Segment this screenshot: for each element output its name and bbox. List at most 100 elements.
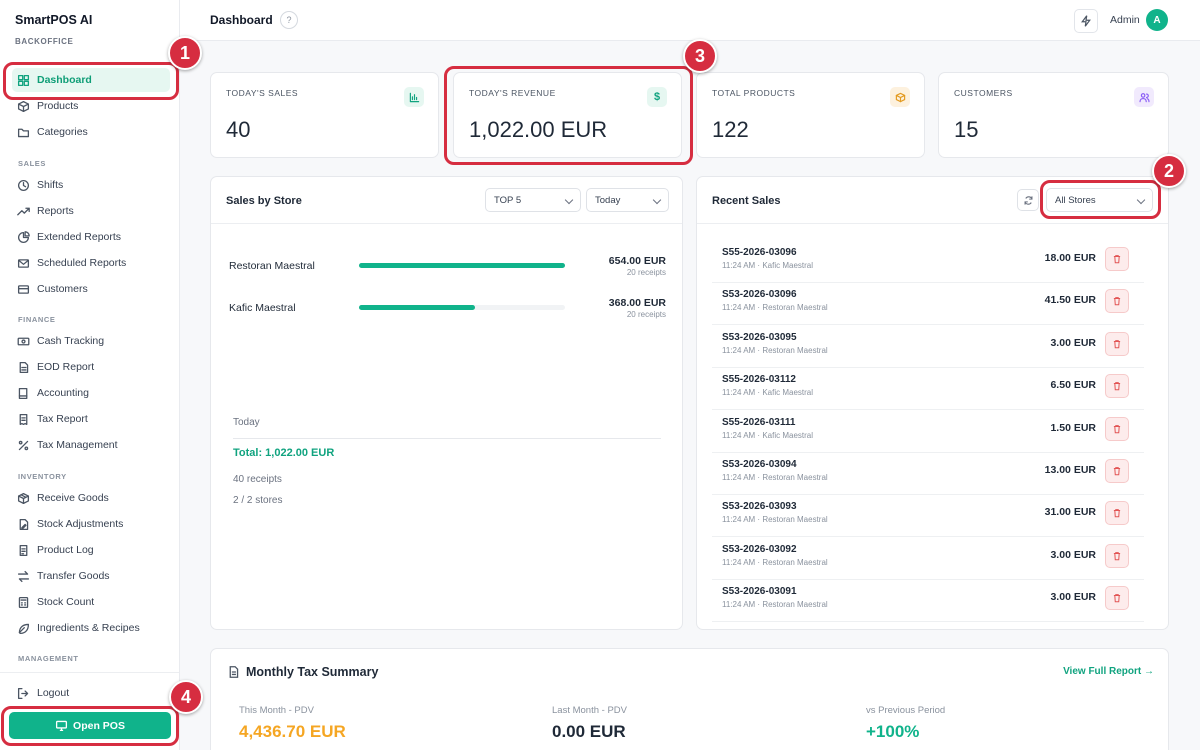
refresh-button[interactable] — [1017, 189, 1039, 211]
sale-amount: 3.00 EUR — [1050, 591, 1096, 604]
sale-id: S53-2026-03093 — [722, 501, 797, 513]
store-name: Kafic Maestral — [229, 302, 296, 314]
stat-label: TODAY'S SALES — [226, 88, 299, 98]
top-filter-select[interactable]: TOP 5 — [485, 188, 581, 212]
sidebar-item-product-log[interactable]: Product Log — [12, 538, 170, 562]
sale-row[interactable]: S53-2026-03094 11:24 AM · Restoran Maestr… — [712, 453, 1144, 495]
sidebar-item-label: Stock Adjustments — [37, 518, 124, 530]
trash-icon — [1113, 424, 1121, 433]
card-title: Recent Sales — [712, 195, 781, 207]
sidebar-item-cash-tracking[interactable]: Cash Tracking — [12, 329, 170, 353]
callout-dashboard — [3, 62, 179, 100]
trash-icon — [1113, 297, 1121, 306]
divider — [233, 438, 661, 439]
sidebar-item-reports[interactable]: Reports — [12, 199, 170, 223]
delete-sale-button[interactable] — [1105, 416, 1129, 441]
delete-sale-button[interactable] — [1105, 289, 1129, 314]
sidebar-item-label: Cash Tracking — [37, 335, 105, 347]
sale-meta: 11:24 AM · Restoran Maestral — [722, 303, 828, 313]
chevron-down-icon — [564, 195, 574, 205]
sale-row[interactable]: S55-2026-03096 11:24 AM · Kafic Maestral 1… — [712, 241, 1144, 283]
sale-row[interactable]: S53-2026-03092 11:24 AM · Restoran Maestr… — [712, 538, 1144, 580]
sidebar-item-label: Tax Management — [37, 439, 118, 451]
delete-sale-button[interactable] — [1105, 374, 1129, 399]
card-icon — [17, 284, 30, 294]
sale-amount: 13.00 EUR — [1044, 464, 1096, 476]
delete-sale-button[interactable] — [1105, 331, 1129, 356]
logout-button[interactable]: Logout — [12, 681, 170, 705]
delete-sale-button[interactable] — [1105, 247, 1129, 271]
sale-amount: 3.00 EUR — [1050, 548, 1096, 561]
sale-id: S53-2026-03094 — [722, 459, 797, 470]
select-value: TOP 5 — [494, 194, 522, 206]
trash-icon — [1113, 551, 1121, 561]
sidebar-item-categories[interactable]: Categories — [12, 120, 170, 144]
help-icon[interactable]: ? — [280, 11, 298, 29]
sidebar-divider — [0, 672, 179, 673]
mail-icon — [17, 258, 30, 268]
avatar[interactable]: A — [1146, 9, 1168, 31]
trend-icon — [17, 207, 30, 215]
sidebar-item-tax-report[interactable]: Tax Report — [12, 407, 170, 431]
sale-row[interactable]: S53-2026-03093 11:24 AM · Restoran Maestr… — [712, 495, 1144, 538]
callout-open-pos — [1, 706, 179, 746]
delete-sale-button[interactable] — [1105, 586, 1129, 611]
period-filter-select[interactable]: Today — [586, 188, 669, 212]
sidebar-item-scheduled-reports[interactable]: Scheduled Reports — [12, 251, 170, 275]
select-value: Today — [595, 194, 621, 206]
logout-icon — [17, 687, 29, 699]
sale-row[interactable]: S53-2026-03095 11:24 AM · Restoran Maestr… — [712, 326, 1144, 368]
sidebar-item-label: Receive Goods — [37, 492, 109, 504]
sale-amount: 3.00 EUR — [1050, 336, 1096, 349]
sidebar-item-shifts[interactable]: Shifts — [12, 173, 170, 197]
sale-row[interactable]: S55-2026-03112 11:24 AM · Kafic Maestral 6… — [712, 368, 1144, 411]
store-name: Restoran Maestral — [229, 260, 315, 272]
store-row[interactable]: Restoran Maestral 654.00 EUR 20 receipts — [229, 255, 666, 285]
sidebar-item-stock-count[interactable]: Stock Count — [12, 590, 170, 614]
card-title: Sales by Store — [226, 195, 302, 207]
store-amount: 654.00 EUR — [608, 255, 666, 267]
sale-row[interactable]: S53-2026-03096 11:24 AM · Restoran Maestr… — [712, 283, 1144, 326]
sidebar-item-transfer-goods[interactable]: Transfer Goods — [12, 564, 170, 588]
sale-meta: 11:24 AM · Kafic Maestral — [722, 430, 813, 440]
user-name[interactable]: Admin — [1110, 14, 1140, 26]
store-row[interactable]: Kafic Maestral 368.00 EUR 20 receipts — [229, 297, 666, 327]
sidebar-item-label: Stock Count — [37, 596, 95, 608]
sale-row[interactable]: S55-2026-03111 11:24 AM · Kafic Maestral 1… — [712, 411, 1144, 453]
sidebar-item-label: Product Log — [37, 544, 94, 556]
sidebar-item-label: Products — [37, 100, 79, 112]
divider — [211, 223, 682, 224]
sale-row[interactable]: S53-2026-03091 11:24 AM · Restoran Maestr… — [712, 580, 1144, 623]
sidebar-item-label: Extended Reports — [37, 231, 122, 243]
view-full-report-link[interactable]: View Full Report → — [1063, 666, 1154, 677]
quick-actions-button[interactable] — [1074, 9, 1098, 33]
callout-revenue — [444, 66, 693, 165]
sale-meta: 11:24 AM · Restoran Maestral — [722, 515, 828, 525]
sidebar-item-tax-management[interactable]: Tax Management — [12, 433, 170, 457]
stat-value: 15 — [954, 117, 979, 142]
sidebar-item-ingredients-recipes[interactable]: Ingredients & Recipes — [12, 616, 170, 640]
bar-chart-icon — [404, 87, 424, 107]
monthly-tax-summary-card: Monthly Tax Summary View Full Report → T… — [210, 648, 1169, 750]
delete-sale-button[interactable] — [1105, 459, 1129, 483]
clock-icon — [17, 179, 30, 191]
sidebar-item-label: Scheduled Reports — [37, 257, 127, 269]
sidebar-item-eod-report[interactable]: EOD Report — [12, 355, 170, 379]
sidebar-item-receive-goods[interactable]: Receive Goods — [12, 486, 170, 510]
progress-fill — [359, 305, 475, 310]
summary-total: Total: 1,022.00 EUR — [233, 447, 335, 459]
sidebar-item-label: Tax Report — [37, 413, 88, 425]
progress-track — [359, 305, 565, 310]
delete-sale-button[interactable] — [1105, 501, 1129, 526]
sidebar-item-customers[interactable]: Customers — [12, 277, 170, 301]
cube-icon — [890, 87, 910, 107]
cash-icon — [17, 337, 30, 345]
sidebar-item-extended-reports[interactable]: Extended Reports — [12, 225, 170, 249]
transfer-icon — [17, 570, 30, 582]
tax-value-vs-previous: +100% — [866, 722, 920, 741]
sidebar-item-stock-adjustments[interactable]: Stock Adjustments — [12, 512, 170, 536]
tax-label-this-month: This Month - PDV — [239, 705, 314, 716]
delete-sale-button[interactable] — [1105, 543, 1129, 568]
sidebar-item-accounting[interactable]: Accounting — [12, 381, 170, 405]
stat-card-products: TOTAL PRODUCTS 122 — [696, 72, 925, 158]
